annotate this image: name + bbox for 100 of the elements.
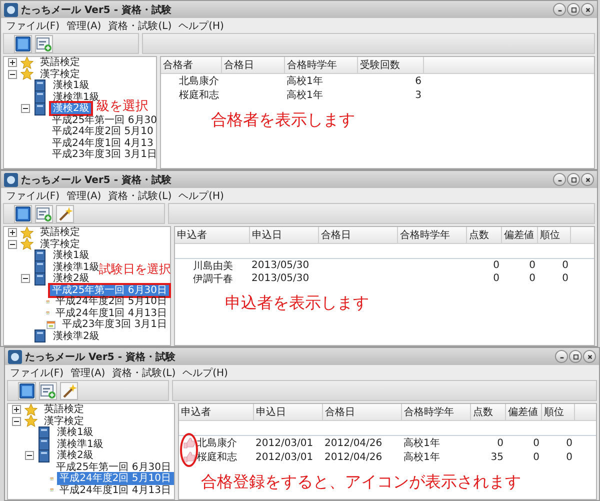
table-cell-text: 桜庭和志 <box>179 88 219 102</box>
table-cell: 0 <box>493 273 500 284</box>
tree-item[interactable]: 平成25年第一回 6月30日 <box>53 460 174 474</box>
app-icon <box>8 350 22 364</box>
book-icon <box>33 329 47 344</box>
menu-item[interactable]: 管理(A) <box>66 18 102 32</box>
table-cell: 0 <box>566 438 572 448</box>
table-cell-text: 川島由美 <box>193 260 233 272</box>
table-cell-text: 北島康介 <box>179 74 219 88</box>
close-button[interactable] <box>581 173 594 186</box>
card-add-button[interactable] <box>35 34 53 52</box>
window-button[interactable] <box>14 34 32 52</box>
window-title: たっちメール Ver5 - 資格・試験 <box>25 350 176 364</box>
column-header[interactable]: 合格時学年 <box>402 404 470 420</box>
tree-item[interactable]: 平成23年度3回 3月1日 <box>49 148 160 162</box>
tree-item[interactable]: 漢字検定 <box>37 68 83 81</box>
column-header[interactable]: 合格時学年 <box>284 57 358 74</box>
column-header[interactable]: 申込日 <box>250 227 318 244</box>
column-header[interactable]: 偏差値 <box>502 227 538 244</box>
tree-item[interactable]: 平成24年度1回 4月13日 <box>52 306 170 320</box>
tree-item[interactable]: 平成24年度2回 5月10日 <box>56 472 174 486</box>
column-header[interactable]: 合格時学年 <box>398 227 466 244</box>
column-header[interactable]: 合格日 <box>222 57 284 74</box>
menu-item[interactable]: 資格・試験(L) <box>112 366 176 380</box>
column-header[interactable]: 点数 <box>470 404 506 420</box>
column-header[interactable]: 順位 <box>542 404 574 420</box>
menu-item[interactable]: ファイル(F) <box>6 188 60 202</box>
tree-item[interactable]: 平成24年度2回 5月10日 <box>52 295 170 308</box>
column-header[interactable]: 偏差値 <box>506 404 542 420</box>
collapse-icon[interactable] <box>8 70 17 79</box>
magic-wand-button[interactable] <box>60 382 78 400</box>
tree-item[interactable]: 漢検1級 <box>50 79 92 92</box>
expand-icon[interactable] <box>12 405 21 414</box>
table-cell: 0 <box>566 452 572 462</box>
annotation-text: 級を選択 <box>96 100 148 114</box>
card-add-icon <box>40 382 56 398</box>
card-add-button[interactable] <box>39 382 57 400</box>
window-button[interactable] <box>18 382 36 400</box>
tree-item[interactable]: 漢検準2級 <box>50 330 102 343</box>
menu-item[interactable]: ファイル(F) <box>10 366 64 380</box>
tree-item[interactable]: 漢検2級 <box>54 449 96 462</box>
column-header[interactable]: 申込日 <box>254 404 322 420</box>
magic-wand-button[interactable] <box>56 204 74 222</box>
column-header[interactable]: 受験回数 <box>358 57 424 74</box>
close-button[interactable] <box>583 350 596 363</box>
tree-item[interactable]: 平成24年度1回 4月13日 <box>56 484 174 497</box>
tree-item[interactable]: 漢検準1級 <box>54 438 106 451</box>
column-header[interactable]: 合格日 <box>322 404 402 420</box>
collapse-icon[interactable] <box>21 104 30 114</box>
table-cell: 0 <box>529 273 536 284</box>
tree-item[interactable]: 平成23年度3回 3月1日 <box>59 318 170 332</box>
column-header[interactable]: 点数 <box>466 227 502 244</box>
maximize-button[interactable] <box>569 350 582 363</box>
minimize-button[interactable] <box>555 350 568 363</box>
tree-item[interactable]: 英語検定 <box>37 56 83 70</box>
tree-item[interactable]: 英語検定 <box>37 226 83 240</box>
column-header[interactable]: 順位 <box>538 227 570 244</box>
tree-item[interactable]: 漢検1級 <box>54 426 96 440</box>
tree-item[interactable]: 漢字検定 <box>41 414 87 428</box>
column-header[interactable]: 申込者 <box>175 227 250 244</box>
tree-item[interactable]: 平成24年度1回 4月13 <box>49 136 156 150</box>
collapse-icon[interactable] <box>25 451 34 460</box>
menu-item[interactable]: 資格・試験(L) <box>108 18 172 32</box>
close-button[interactable] <box>581 3 594 16</box>
maximize-button[interactable] <box>567 3 580 16</box>
tree-item[interactable]: 漢検1級 <box>50 249 92 262</box>
book-icon <box>33 260 47 274</box>
menu-item[interactable]: ヘルプ(H) <box>178 18 224 32</box>
tree-item[interactable]: 漢字検定 <box>37 238 83 251</box>
collapse-icon[interactable] <box>21 274 30 284</box>
menu-item[interactable]: 管理(A) <box>70 366 106 380</box>
table-cell: 0 <box>562 260 568 271</box>
magic-wand-icon <box>61 382 77 398</box>
expand-icon[interactable] <box>8 228 17 238</box>
book-icon <box>37 448 51 463</box>
tree-item[interactable]: 漢検2級 <box>50 272 92 286</box>
tree-item[interactable]: 平成25年第一回 6月30 <box>49 114 160 127</box>
column-header <box>570 227 594 244</box>
column-header[interactable]: 合格者 <box>161 57 222 74</box>
card-add-button[interactable] <box>35 204 53 222</box>
column-header[interactable]: 申込者 <box>179 404 254 420</box>
window-button[interactable] <box>14 204 32 222</box>
menu-item[interactable]: 資格・試験(L) <box>108 188 172 202</box>
menu-item[interactable]: 管理(A) <box>66 188 102 202</box>
menu-item[interactable]: ファイル(F) <box>6 18 60 32</box>
maximize-icon <box>568 174 578 184</box>
tree-item[interactable]: 英語検定 <box>41 403 87 416</box>
table-cell: 2012/04/26 <box>324 452 382 462</box>
minimize-button[interactable] <box>553 173 566 186</box>
maximize-button[interactable] <box>567 173 580 186</box>
menu-item[interactable]: ヘルプ(H) <box>178 188 224 202</box>
expand-icon[interactable] <box>8 58 17 68</box>
tree-item[interactable]: 平成24年度2回 5月10 <box>49 125 156 138</box>
table-cell: 0 <box>529 260 536 271</box>
menu-item[interactable]: ヘルプ(H) <box>182 366 228 380</box>
collapse-icon[interactable] <box>8 240 17 249</box>
star-icon <box>20 237 34 252</box>
minimize-button[interactable] <box>553 3 566 16</box>
column-header[interactable]: 合格日 <box>318 227 398 244</box>
collapse-icon[interactable] <box>12 416 21 426</box>
